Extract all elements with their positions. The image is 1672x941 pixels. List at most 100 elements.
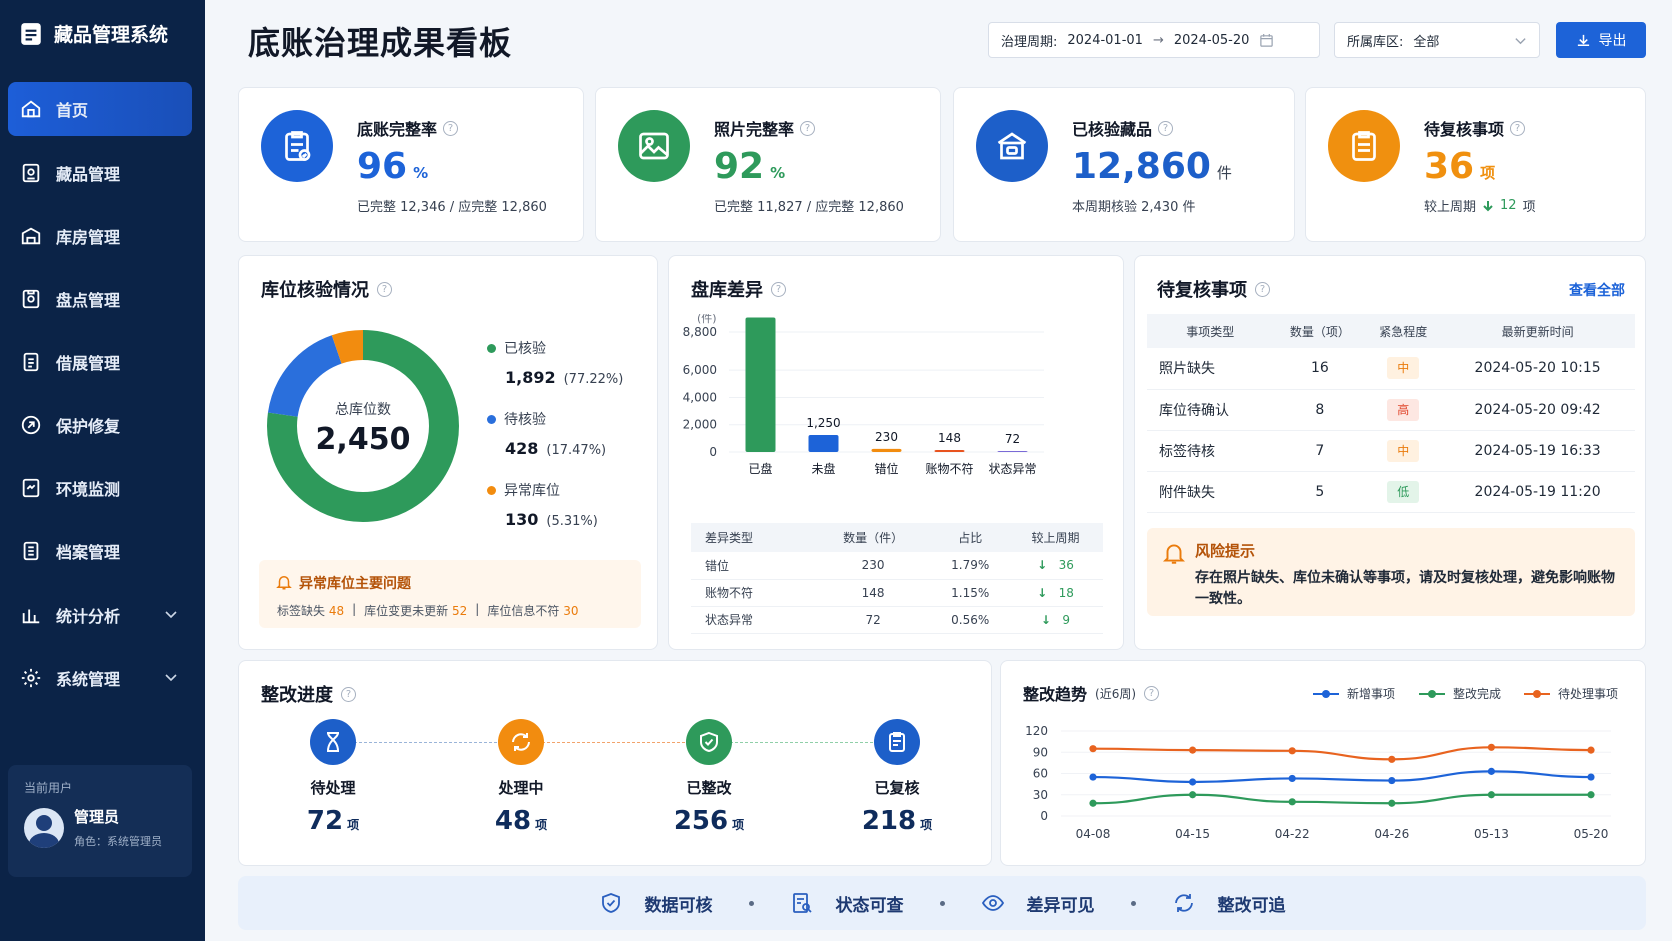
bar[interactable] bbox=[997, 451, 1028, 452]
step-reviewed[interactable]: 已复核 218 项 bbox=[837, 719, 957, 836]
bell-icon bbox=[276, 576, 292, 590]
bar-value-label: 1,250 bbox=[806, 416, 840, 430]
table-row[interactable]: 账物不符 148 1.15% ↓ 18 bbox=[691, 579, 1103, 607]
help-icon[interactable]: ? bbox=[341, 686, 356, 702]
data-point[interactable] bbox=[1388, 799, 1396, 807]
period-picker[interactable]: 治理周期: 2024-01-01 → 2024-05-20 bbox=[988, 22, 1320, 58]
table-row[interactable]: 库位待确认 8 高 2024-05-20 09:42 bbox=[1147, 389, 1635, 431]
sidebar-item-stats[interactable]: 统计分析 bbox=[8, 588, 192, 642]
help-icon[interactable]: ? bbox=[377, 281, 392, 297]
table-row[interactable]: 状态异常 72 0.56% ↓ 9 bbox=[691, 606, 1103, 634]
chevron-down-icon[interactable] bbox=[164, 607, 178, 621]
bell-icon bbox=[1162, 544, 1186, 564]
series-line[interactable] bbox=[1092, 770, 1592, 784]
step-fixed[interactable]: 已整改 256 项 bbox=[649, 719, 769, 836]
sidebar-item-monitor[interactable]: 环境监测 bbox=[8, 461, 192, 515]
data-point[interactable] bbox=[1587, 791, 1595, 799]
user-card[interactable]: 当前用户 管理员 角色：系统管理员 bbox=[8, 765, 192, 877]
step-label: 已复核 bbox=[874, 779, 920, 797]
sidebar-item-home[interactable]: 首页 bbox=[8, 82, 192, 136]
table-row[interactable]: 标签待核 7 中 2024-05-19 16:33 bbox=[1147, 430, 1635, 472]
bar[interactable] bbox=[808, 434, 839, 452]
monitor-icon bbox=[22, 478, 40, 498]
help-icon[interactable]: ? bbox=[800, 120, 816, 136]
bar[interactable] bbox=[934, 449, 965, 452]
kpi-value: 96 bbox=[357, 146, 408, 187]
sidebar-item-settings[interactable]: 系统管理 bbox=[8, 651, 192, 705]
sidebar-item-warehouse[interactable]: 库房管理 bbox=[8, 209, 192, 263]
bar-value-label: 230 bbox=[875, 430, 898, 444]
page-title: 底账治理成果看板 bbox=[248, 24, 513, 62]
sidebar-item-loan[interactable]: 借展管理 bbox=[8, 335, 192, 389]
step-pending[interactable]: 待处理 72 项 bbox=[273, 719, 393, 836]
table-row[interactable]: 错位 230 1.79% ↓ 36 bbox=[691, 552, 1103, 580]
sidebar-item-repair[interactable]: 保护修复 bbox=[8, 398, 192, 452]
risk-text: 存在照片缺失、库位未确认等事项，请及时复核处理，避免影响账物一致性。 bbox=[1195, 570, 1615, 607]
warning-item: 库位变更未更新 52 bbox=[364, 604, 468, 618]
download-icon bbox=[1577, 34, 1589, 46]
bar[interactable] bbox=[871, 448, 902, 452]
progress-card: 整改进度? 待处理 72 项 处理中 48 项 已整改 256 项 已复核 218 项 bbox=[238, 660, 992, 866]
data-point[interactable] bbox=[1487, 767, 1495, 775]
clipboard-check-icon bbox=[261, 110, 333, 182]
y-axis-unit: (件) bbox=[697, 314, 717, 325]
legend-label: 异常库位 bbox=[504, 483, 560, 499]
period-label: 治理周期: bbox=[1001, 34, 1058, 50]
data-point[interactable] bbox=[1288, 747, 1296, 755]
step-processing[interactable]: 处理中 48 项 bbox=[461, 719, 581, 836]
step-unit: 项 bbox=[347, 818, 360, 832]
data-point[interactable] bbox=[1288, 798, 1296, 806]
bar[interactable] bbox=[745, 317, 776, 452]
legend-value: 428 bbox=[505, 439, 539, 458]
data-point[interactable] bbox=[1388, 755, 1396, 763]
data-point[interactable] bbox=[1189, 791, 1197, 799]
series-line[interactable] bbox=[1092, 746, 1592, 761]
help-icon[interactable]: ? bbox=[1144, 685, 1160, 701]
y-tick-label: 30 bbox=[1033, 788, 1048, 802]
clipboard-list-icon bbox=[1328, 110, 1400, 182]
series-line[interactable] bbox=[1092, 793, 1591, 805]
help-icon[interactable]: ? bbox=[1510, 120, 1526, 136]
data-point[interactable] bbox=[1487, 791, 1495, 799]
sidebar-item-label: 盘点管理 bbox=[56, 291, 121, 310]
help-icon[interactable]: ? bbox=[443, 120, 459, 136]
principle-item: 数据可核 bbox=[599, 891, 713, 916]
help-icon[interactable]: ? bbox=[1158, 120, 1174, 136]
sidebar-item-inventory[interactable]: 盘点管理 bbox=[8, 272, 192, 326]
x-tick-label: 05-20 bbox=[1574, 827, 1609, 841]
help-icon[interactable]: ? bbox=[1255, 281, 1270, 297]
y-tick-label: 90 bbox=[1033, 745, 1048, 759]
data-point[interactable] bbox=[1089, 745, 1097, 753]
data-point[interactable] bbox=[1587, 746, 1595, 754]
data-point[interactable] bbox=[1189, 778, 1197, 786]
kpi-unit: % bbox=[770, 164, 786, 182]
kpi-sub-value: 12 bbox=[1500, 198, 1517, 213]
data-point[interactable] bbox=[1487, 743, 1495, 751]
data-point[interactable] bbox=[1089, 773, 1097, 781]
sidebar-item-collection[interactable]: 藏品管理 bbox=[8, 146, 192, 200]
abnormal-issues-box: 异常库位主要问题 标签缺失 48 | 库位变更未更新 52 | 库位信息不符 3… bbox=[259, 560, 641, 628]
data-point[interactable] bbox=[1288, 774, 1296, 783]
help-icon[interactable]: ? bbox=[771, 281, 786, 297]
chevron-down-icon[interactable] bbox=[164, 670, 178, 684]
data-point[interactable] bbox=[1587, 773, 1595, 781]
risk-title: 风险提示 bbox=[1195, 542, 1256, 560]
legend-pct: (77.22%) bbox=[563, 372, 624, 387]
export-button[interactable]: 导出 bbox=[1556, 22, 1646, 58]
sidebar-item-archive[interactable]: 档案管理 bbox=[8, 524, 192, 578]
view-all-link[interactable]: 查看全部 bbox=[1569, 280, 1625, 300]
y-tick-label: 2,000 bbox=[683, 418, 717, 432]
sidebar-item-label: 借展管理 bbox=[56, 354, 121, 373]
urgency-badge: 高 bbox=[1387, 398, 1420, 421]
x-tick-label: 04-22 bbox=[1275, 827, 1310, 841]
data-point[interactable] bbox=[1089, 799, 1097, 807]
area-select[interactable]: 所属库区: 全部 bbox=[1334, 22, 1540, 58]
data-point[interactable] bbox=[1388, 776, 1396, 785]
risk-alert: 风险提示 存在照片缺失、库位未确认等事项，请及时复核处理，避免影响账物一致性。 bbox=[1147, 528, 1635, 616]
table-row[interactable]: 附件缺失 5 低 2024-05-19 11:20 bbox=[1147, 471, 1635, 513]
settings-icon bbox=[21, 668, 41, 688]
data-point[interactable] bbox=[1189, 746, 1197, 754]
table-row[interactable]: 照片缺失 16 中 2024-05-20 10:15 bbox=[1147, 348, 1635, 390]
brand[interactable]: 藏品管理系统 bbox=[18, 20, 168, 47]
pending-table: 事项类型 数量（项） 紧急程度 最新更新时间 照片缺失 16 中 2024-05… bbox=[1147, 314, 1635, 513]
